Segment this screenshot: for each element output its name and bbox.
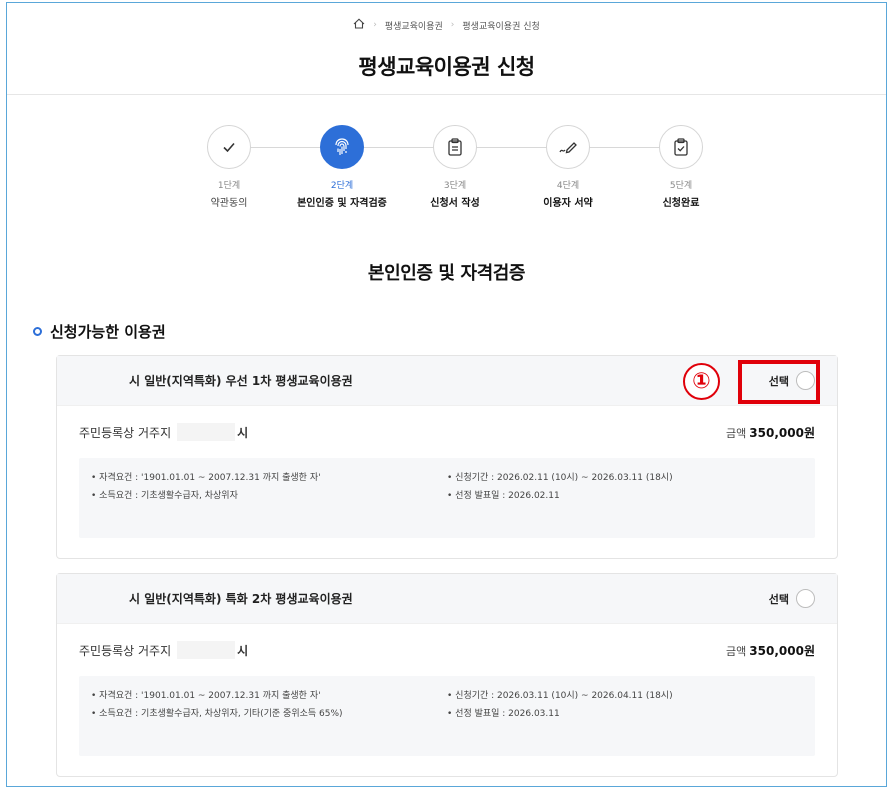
detail-line: • 신청기간 : 2026.03.11 (10시) ~ 2026.04.11 (… [447, 691, 673, 701]
step-4: 4단계 이용자 서약 [508, 125, 628, 209]
residence-info: 주민등록상 거주지 시 [79, 423, 248, 441]
step-number: 2단계 [330, 181, 354, 191]
detail-line: • 자격요건 : '1901.01.01 ~ 2007.12.31 까지 출생한… [91, 473, 321, 483]
residence-value: 시 [237, 643, 249, 658]
step-2: 2단계 본인인증 및 자격검증 [282, 125, 402, 209]
breadcrumb: › 평생교육이용권 › 평생교육이용권 신청 [7, 18, 886, 32]
detail-schedule: • 신청기간 : 2026.03.11 (10시) ~ 2026.04.11 (… [447, 687, 673, 723]
residence-info: 주민등록상 거주지 시 [79, 641, 248, 659]
annotation-highlight-box [738, 360, 820, 404]
detail-line: • 소득요건 : 기초생활수급자, 차상위자 [91, 491, 238, 501]
check-icon [207, 125, 251, 169]
home-icon[interactable] [353, 18, 365, 32]
fingerprint-icon [320, 125, 364, 169]
step-number: 1단계 [217, 181, 241, 191]
select-label: 선택 [768, 592, 789, 606]
select-radio-option[interactable]: 선택 [769, 589, 815, 608]
voucher-details: • 자격요건 : '1901.01.01 ~ 2007.12.31 까지 출생한… [79, 676, 815, 756]
detail-requirements: • 자격요건 : '1901.01.01 ~ 2007.12.31 까지 출생한… [91, 469, 321, 505]
voucher-card-header: 시 일반(지역특화) 특화 2차 평생교육이용권 선택 [57, 574, 837, 624]
chevron-right-icon: › [373, 20, 377, 30]
amount-value: 350,000원 [749, 643, 815, 658]
subhead-label: 신청가능한 이용권 [50, 323, 166, 341]
step-1: 1단계 약관동의 [169, 125, 289, 209]
breadcrumb-item[interactable]: 평생교육이용권 [385, 19, 443, 32]
step-5: 5단계 신청완료 [621, 125, 741, 209]
voucher-info-row: 주민등록상 거주지 시 금액 350,000원 [57, 624, 837, 676]
step-label: 본인인증 및 자격검증 [297, 198, 387, 209]
amount-label: 금액 [726, 644, 747, 658]
residence-label: 주민등록상 거주지 [79, 425, 172, 440]
step-label: 신청서 작성 [430, 198, 480, 209]
chevron-right-icon: › [450, 20, 455, 30]
clipboard-icon [433, 125, 477, 169]
step-number: 5단계 [669, 181, 693, 191]
redacted-area [177, 641, 236, 659]
amount-label: 금액 [726, 426, 747, 440]
voucher-title: 시 일반(지역특화) 특화 2차 평생교육이용권 [129, 592, 353, 606]
detail-schedule: • 신청기간 : 2026.02.11 (10시) ~ 2026.03.11 (… [447, 469, 673, 505]
residence-label: 주민등록상 거주지 [79, 643, 172, 658]
annotation-marker: ① [683, 363, 720, 400]
detail-line: • 자격요건 : '1901.01.01 ~ 2007.12.31 까지 출생한… [91, 691, 321, 701]
voucher-info-row: 주민등록상 거주지 시 금액 350,000원 [57, 406, 837, 458]
step-label: 이용자 서약 [543, 198, 593, 209]
clipboard-check-icon [659, 125, 703, 169]
page-title: 평생교육이용권 신청 [358, 55, 535, 79]
step-3: 3단계 신청서 작성 [395, 125, 515, 209]
breadcrumb-item[interactable]: 평생교육이용권 신청 [462, 19, 539, 32]
ring-bullet-icon [33, 327, 42, 336]
section-title: 본인인증 및 자격검증 [367, 263, 526, 284]
step-number: 4단계 [556, 181, 580, 191]
step-label: 약관동의 [210, 198, 248, 209]
amount-info: 금액 350,000원 [726, 424, 815, 441]
available-vouchers-heading: 신청가능한 이용권 [33, 321, 166, 342]
redacted-area [177, 423, 236, 441]
select-radio[interactable] [796, 589, 815, 608]
residence-value: 시 [237, 425, 249, 440]
detail-requirements: • 자격요건 : '1901.01.01 ~ 2007.12.31 까지 출생한… [91, 687, 343, 723]
detail-line: • 선정 발표일 : 2026.02.11 [447, 491, 560, 501]
voucher-details: • 자격요건 : '1901.01.01 ~ 2007.12.31 까지 출생한… [79, 458, 815, 538]
voucher-card: 시 일반(지역특화) 특화 2차 평생교육이용권 선택 주민등록상 거주지 시 … [56, 573, 838, 777]
step-label: 신청완료 [662, 198, 700, 209]
detail-line: • 소득요건 : 기초생활수급자, 차상위자, 기타(기준 중위소득 65%) [91, 709, 343, 719]
detail-line: • 신청기간 : 2026.02.11 (10시) ~ 2026.03.11 (… [447, 473, 673, 483]
divider [7, 94, 886, 95]
voucher-card-header: 시 일반(지역특화) 우선 1차 평생교육이용권 선택 [57, 356, 837, 406]
step-number: 3단계 [443, 181, 467, 191]
amount-info: 금액 350,000원 [726, 642, 815, 659]
pen-icon [546, 125, 590, 169]
detail-line: • 선정 발표일 : 2026.03.11 [447, 709, 560, 719]
progress-stepper: 1단계 약관동의 2단계 본인인증 및 자격검증 3단계 신청서 작성 4단계 … [7, 125, 886, 215]
amount-value: 350,000원 [749, 425, 815, 440]
voucher-title: 시 일반(지역특화) 우선 1차 평생교육이용권 [129, 374, 353, 388]
voucher-card: 시 일반(지역특화) 우선 1차 평생교육이용권 선택 주민등록상 거주지 시 … [56, 355, 838, 559]
